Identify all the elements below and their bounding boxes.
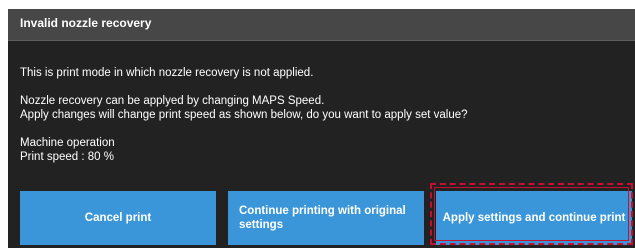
continue-original-settings-button[interactable]: Continue printing with original settings bbox=[228, 191, 424, 245]
apply-settings-continue-label: Apply settings and continue print bbox=[442, 212, 626, 224]
dialog-header: Invalid nozzle recovery bbox=[8, 9, 635, 41]
continue-original-settings-label: Continue printing with original settings bbox=[239, 205, 406, 231]
invalid-nozzle-recovery-dialog: Invalid nozzle recovery This is print mo… bbox=[8, 9, 635, 248]
dialog-title: Invalid nozzle recovery bbox=[20, 16, 152, 30]
message-machine-operation: Machine operation bbox=[20, 137, 115, 149]
message-apply-changes: Apply changes will change print speed as… bbox=[20, 109, 468, 121]
message-print-mode: This is print mode in which nozzle recov… bbox=[20, 67, 314, 79]
apply-settings-continue-button[interactable]: Apply settings and continue print bbox=[436, 191, 632, 245]
message-nozzle-recovery: Nozzle recovery can be applyed by changi… bbox=[20, 95, 325, 107]
cancel-print-button[interactable]: Cancel print bbox=[20, 191, 216, 245]
message-print-speed: Print speed : 80 % bbox=[20, 151, 114, 163]
cancel-print-label: Cancel print bbox=[84, 212, 152, 224]
